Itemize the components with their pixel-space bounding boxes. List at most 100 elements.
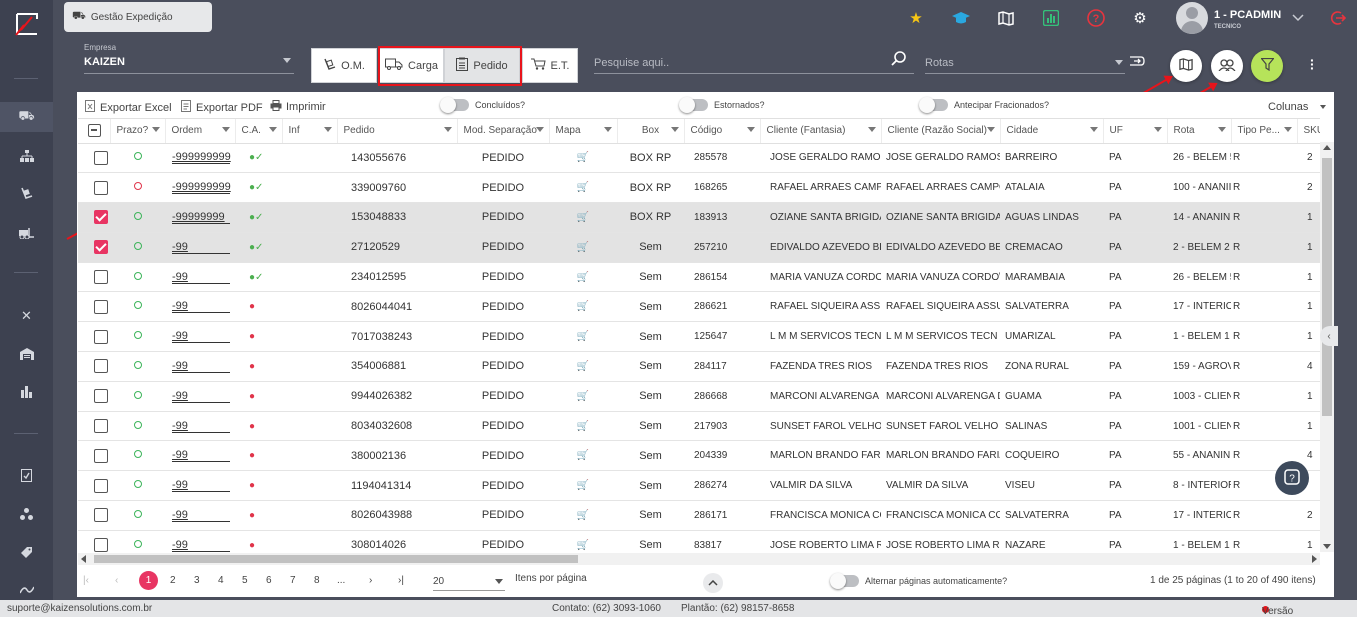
row-checkbox[interactable] [94,508,108,523]
last-page-icon[interactable]: ›| [398,575,404,586]
tag-icon[interactable] [0,537,53,567]
filter-icon[interactable] [603,127,612,132]
ordem-link[interactable]: -99 [172,300,230,314]
filter-icon[interactable] [443,127,452,132]
network-icon[interactable] [0,141,53,171]
warehouse-icon[interactable] [0,339,53,369]
print-button[interactable]: Imprimir [270,100,326,114]
table-row[interactable]: -99 ● 1194041314 PEDIDO 🛒 Sem 286274 VALMIR DA … [78,470,1320,502]
kaizen-logo[interactable] [0,0,53,48]
column-header[interactable]: Inf [282,119,338,144]
row-select-cell[interactable] [78,172,110,204]
map-icon[interactable] [996,8,1016,28]
row-checkbox[interactable] [94,419,108,434]
export-pdf-button[interactable]: Exportar PDF [181,100,263,115]
page-7[interactable]: 7 [290,575,296,586]
ordem-cell[interactable]: -99 [165,411,235,442]
dashboard-chart-icon[interactable] [1041,8,1061,28]
scroll-down-icon[interactable] [1323,544,1331,549]
ordem-link[interactable]: -999999999 [172,151,231,165]
row-checkbox[interactable] [94,329,108,344]
row-checkbox[interactable] [94,210,108,225]
hierarchy-icon[interactable] [0,499,53,529]
table-row[interactable]: -999999999 ●✓ 143055676 PEDIDO 🛒 BOX RP 285578… [78,143,1320,174]
chevron-down-icon[interactable] [1288,8,1308,28]
more-menu-icon[interactable]: · · · [1310,53,1315,75]
row-select-cell[interactable] [78,440,110,472]
row-select-cell[interactable] [78,232,110,263]
row-select-cell[interactable] [78,500,110,531]
page-6[interactable]: 6 [266,575,272,586]
rotas-select[interactable]: Rotas [925,57,954,69]
scroll-right-icon[interactable] [1312,555,1317,563]
ordem-cell[interactable]: -99 [165,291,235,323]
empresa-select[interactable]: KAIZEN [84,56,125,68]
ordem-cell[interactable]: -99 [165,470,235,502]
ordem-cell[interactable]: -99 [165,500,235,531]
help-circle-icon[interactable]: ? [1086,8,1106,28]
scroll-thumb[interactable] [94,555,578,563]
app-tab-gestao-expedicao[interactable]: ⛟ Gestão Expedição [64,2,212,32]
ordem-cell[interactable]: -99999999 [165,202,235,233]
row-select-cell[interactable] [78,411,110,442]
page-ellipsis[interactable]: ... [337,575,345,586]
column-header[interactable]: UF [1103,119,1168,144]
select-all-header[interactable] [78,119,111,144]
vertical-scrollbar[interactable] [1320,142,1334,552]
ordem-link[interactable]: -99 [172,241,230,254]
scroll-thumb[interactable] [1322,158,1332,416]
user-name[interactable]: 1 - PCADMIN [1214,9,1281,21]
next-page-icon[interactable]: › [369,575,372,586]
search-input[interactable]: Pesquise aqui.. [594,57,669,69]
filter-icon[interactable] [1153,127,1162,132]
filter-icon[interactable] [535,127,544,132]
row-select-cell[interactable] [78,202,110,233]
ordem-link[interactable]: -99 [172,360,230,373]
toggle-track[interactable] [679,97,708,113]
row-checkbox[interactable] [94,448,108,463]
ordem-link[interactable]: -99 [172,449,230,463]
filter-icon[interactable] [151,127,160,132]
horizontal-scrollbar[interactable] [78,553,1320,565]
filter-icon[interactable] [670,127,679,132]
column-header[interactable]: Cliente (Fantasia) [760,119,882,144]
toggle-concluidos[interactable]: Concluídos? [440,97,525,113]
logout-icon[interactable] [1328,8,1348,28]
toggle-antecipar[interactable]: Antecipar Fracionados? [919,97,1049,113]
table-row[interactable]: -99 ● 354006881 PEDIDO 🛒 Sem 284117 FAZENDA TRE… [78,351,1320,382]
ordem-cell[interactable]: -99 [165,440,235,472]
tab-om[interactable]: O.M. [311,48,377,83]
ordem-link[interactable]: -99 [172,509,230,522]
column-header[interactable]: Ordem [165,119,236,144]
side-panel-toggle[interactable]: ‹ [1320,326,1338,346]
chevron-down-icon[interactable] [1115,60,1123,65]
column-header[interactable]: Mapa [549,119,618,144]
table-row[interactable]: -99 ●✓ 27120529 PEDIDO 🛒 Sem 257210 EDIVALDO AZ… [78,232,1320,263]
ordem-link[interactable]: -99 [172,330,230,344]
row-checkbox[interactable] [94,270,108,285]
ordem-cell[interactable]: -99 [165,321,235,353]
page-2[interactable]: 2 [170,575,176,586]
ordem-cell[interactable]: -999999999 [165,172,235,204]
filter-icon[interactable] [867,127,876,132]
column-header[interactable]: Rota [1167,119,1232,144]
column-header[interactable]: Prazo? [110,119,166,144]
toggle-track[interactable] [440,97,469,113]
table-row[interactable]: -99 ● 380002136 PEDIDO 🛒 Sem 204339 MARLON BRAN… [78,440,1320,472]
select-all-checkbox[interactable] [88,124,101,138]
ordem-link[interactable]: -999999999 [172,181,231,195]
column-header[interactable]: Cidade [1000,119,1104,144]
support-email[interactable]: suporte@kaizensolutions.com.br [7,603,152,614]
row-checkbox[interactable] [94,478,108,493]
gear-icon[interactable]: ⚙ [1130,8,1150,28]
row-select-cell[interactable] [78,381,110,412]
users-button[interactable] [1211,50,1243,82]
ordem-cell[interactable]: -99 [165,530,235,553]
column-header[interactable]: SKU [1297,119,1320,144]
column-header[interactable]: Pedido [337,119,458,144]
row-checkbox[interactable] [94,299,108,314]
toggle-auto-pages[interactable]: Alternar páginas automaticamente? [830,573,1007,589]
toggle-track[interactable] [919,97,948,113]
page-1[interactable]: 1 [139,571,158,590]
toggle-estornados[interactable]: Estornados? [679,97,765,113]
